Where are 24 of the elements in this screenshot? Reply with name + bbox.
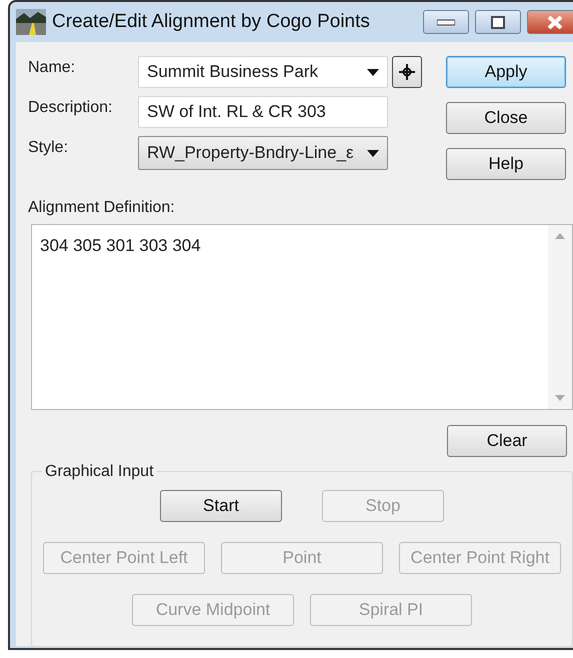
definition-field[interactable]: 304 305 301 303 304 <box>31 224 573 410</box>
maximize-button[interactable] <box>475 10 521 34</box>
style-dropdown[interactable]: RW_Property-Bndry-Line_ε <box>138 136 388 170</box>
field-label: Description: <box>28 98 114 118</box>
name-combo[interactable]: Summit Business Park <box>138 56 388 88</box>
field-label: Name: <box>28 58 76 78</box>
clear-button[interactable]: Clear <box>447 425 567 457</box>
close-button[interactable] <box>527 10 573 34</box>
input-button[interactable]: Start <box>160 490 282 522</box>
crosshair-icon <box>399 64 415 80</box>
app-icon <box>16 9 46 35</box>
field-label: Style: <box>28 138 70 158</box>
description-field[interactable]: SW of Int. RL & CR 303 <box>138 96 388 128</box>
dialog-button[interactable]: Apply <box>446 56 566 88</box>
dialog-button[interactable]: Help <box>446 148 566 180</box>
crosshair-button[interactable] <box>392 56 422 88</box>
section-label: Alignment Definition: <box>28 198 176 218</box>
window-title: Create/Edit Alignment by Cogo Points <box>52 10 371 34</box>
dialog-button[interactable]: Close <box>446 102 566 134</box>
close-icon <box>546 16 564 28</box>
caret-icon <box>367 150 379 156</box>
minimize-button[interactable] <box>423 10 469 34</box>
maximize-icon <box>489 16 507 28</box>
caret-icon <box>367 68 379 76</box>
